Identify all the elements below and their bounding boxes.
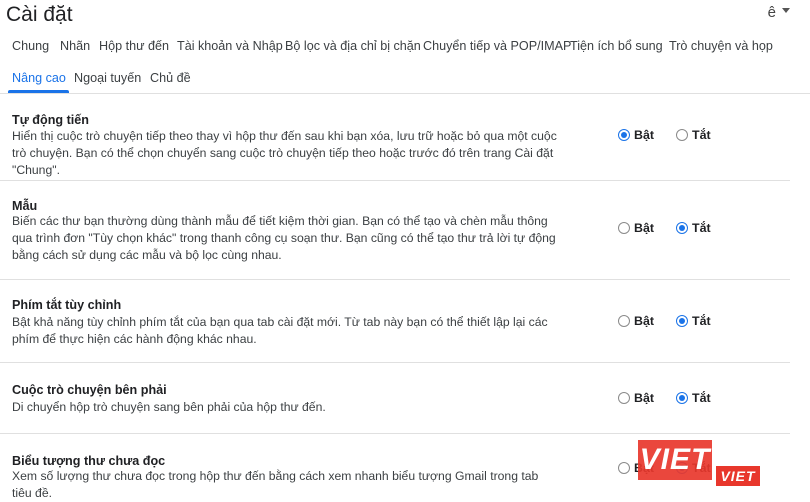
radio-button-on[interactable] bbox=[618, 392, 630, 404]
tab-ti-n-ch-b-sung[interactable]: Tiện ích bổ sung bbox=[570, 34, 663, 58]
tab-nh-n[interactable]: Nhãn bbox=[60, 34, 90, 58]
watermark-logo-small: VIET bbox=[716, 466, 760, 486]
radio-label-on[interactable]: Bật bbox=[634, 391, 654, 405]
setting-description: Di chuyển hộp trò chuyện sang bên phải c… bbox=[12, 400, 326, 414]
radio-button-off[interactable] bbox=[676, 222, 688, 234]
setting-option-off[interactable]: Tắt bbox=[676, 391, 726, 407]
watermark-logo: VIET bbox=[638, 440, 712, 480]
setting-option-on[interactable]: Bật bbox=[618, 391, 668, 407]
radio-label-off[interactable]: Tắt bbox=[692, 128, 711, 142]
radio-button-on[interactable] bbox=[618, 462, 630, 474]
radio-button-off[interactable] bbox=[676, 315, 688, 327]
tab-chung[interactable]: Chung bbox=[12, 34, 49, 58]
radio-button-on[interactable] bbox=[618, 315, 630, 327]
setting-option-on[interactable]: Bật bbox=[618, 314, 668, 330]
radio-button-on[interactable] bbox=[618, 222, 630, 234]
setting-option-off[interactable]: Tắt bbox=[676, 314, 726, 330]
radio-label-on[interactable]: Bật bbox=[634, 128, 654, 142]
setting-title: Phím tắt tùy chỉnh bbox=[12, 298, 122, 312]
radio-label-off[interactable]: Tắt bbox=[692, 391, 711, 405]
setting-option-on[interactable]: Bật bbox=[618, 221, 668, 237]
tab-tr-chuy-n-v-h-p[interactable]: Trò chuyện và họp bbox=[669, 34, 773, 58]
setting-title: Cuộc trò chuyện bên phải bbox=[12, 383, 167, 397]
tabs-divider bbox=[0, 93, 810, 94]
input-tools-icon[interactable]: ê bbox=[768, 4, 776, 21]
setting-title: Mẫu bbox=[12, 199, 38, 213]
setting-description: Hiển thị cuộc trò chuyện tiếp theo thay … bbox=[12, 129, 557, 177]
tab-t-i-kho-n-v-nh-p[interactable]: Tài khoản và Nhập bbox=[177, 34, 283, 58]
tab-row2-2[interactable]: Chủ đề bbox=[150, 66, 191, 90]
section-divider bbox=[0, 180, 790, 181]
section-divider bbox=[0, 279, 790, 280]
setting-description: Xem số lượng thư chưa đọc trong hộp thư … bbox=[12, 469, 539, 500]
settings-header: Cài đặt ê bbox=[0, 0, 810, 30]
radio-button-off[interactable] bbox=[676, 392, 688, 404]
radio-label-on[interactable]: Bật bbox=[634, 314, 654, 328]
page-title: Cài đặt bbox=[6, 3, 73, 26]
settings-tabs-row-1: Chung Nhãn Hộp thư đến Tài khoản và Nhập Bộ … bbox=[0, 34, 810, 58]
setting-description: Biến các thư bạn thường dùng thành mẫu đ… bbox=[12, 214, 556, 262]
setting-title: Tự động tiến bbox=[12, 113, 89, 127]
radio-button-off[interactable] bbox=[676, 129, 688, 141]
radio-label-off[interactable]: Tắt bbox=[692, 314, 711, 328]
setting-option-off[interactable]: Tắt bbox=[676, 128, 726, 144]
tab-b-l-c-v-a-ch-b-ch-n[interactable]: Bộ lọc và địa chỉ bị chặn bbox=[285, 34, 421, 58]
radio-button-on[interactable] bbox=[618, 129, 630, 141]
setting-option-on[interactable]: Bật bbox=[618, 128, 668, 144]
tab-chuy-n-ti-p-v-pop-imap[interactable]: Chuyển tiếp và POP/IMAP bbox=[423, 34, 571, 58]
setting-title: Biểu tượng thư chưa đọc bbox=[12, 454, 166, 468]
setting-description: Bật khả năng tùy chỉnh phím tắt của bạn … bbox=[12, 315, 548, 346]
tab-row2-0[interactable]: Nâng cao bbox=[12, 66, 66, 90]
setting-option-off[interactable]: Tắt bbox=[676, 221, 726, 237]
section-divider bbox=[0, 362, 790, 363]
radio-label-on[interactable]: Bật bbox=[634, 221, 654, 235]
section-divider bbox=[0, 433, 790, 434]
chevron-down-icon[interactable] bbox=[782, 8, 790, 13]
settings-tabs-row-2: Nâng cao Ngoại tuyến Chủ đề bbox=[0, 66, 810, 90]
radio-label-off[interactable]: Tắt bbox=[692, 221, 711, 235]
tab-h-p-th-n[interactable]: Hộp thư đến bbox=[99, 34, 169, 58]
tab-row2-1[interactable]: Ngoại tuyến bbox=[74, 66, 141, 90]
